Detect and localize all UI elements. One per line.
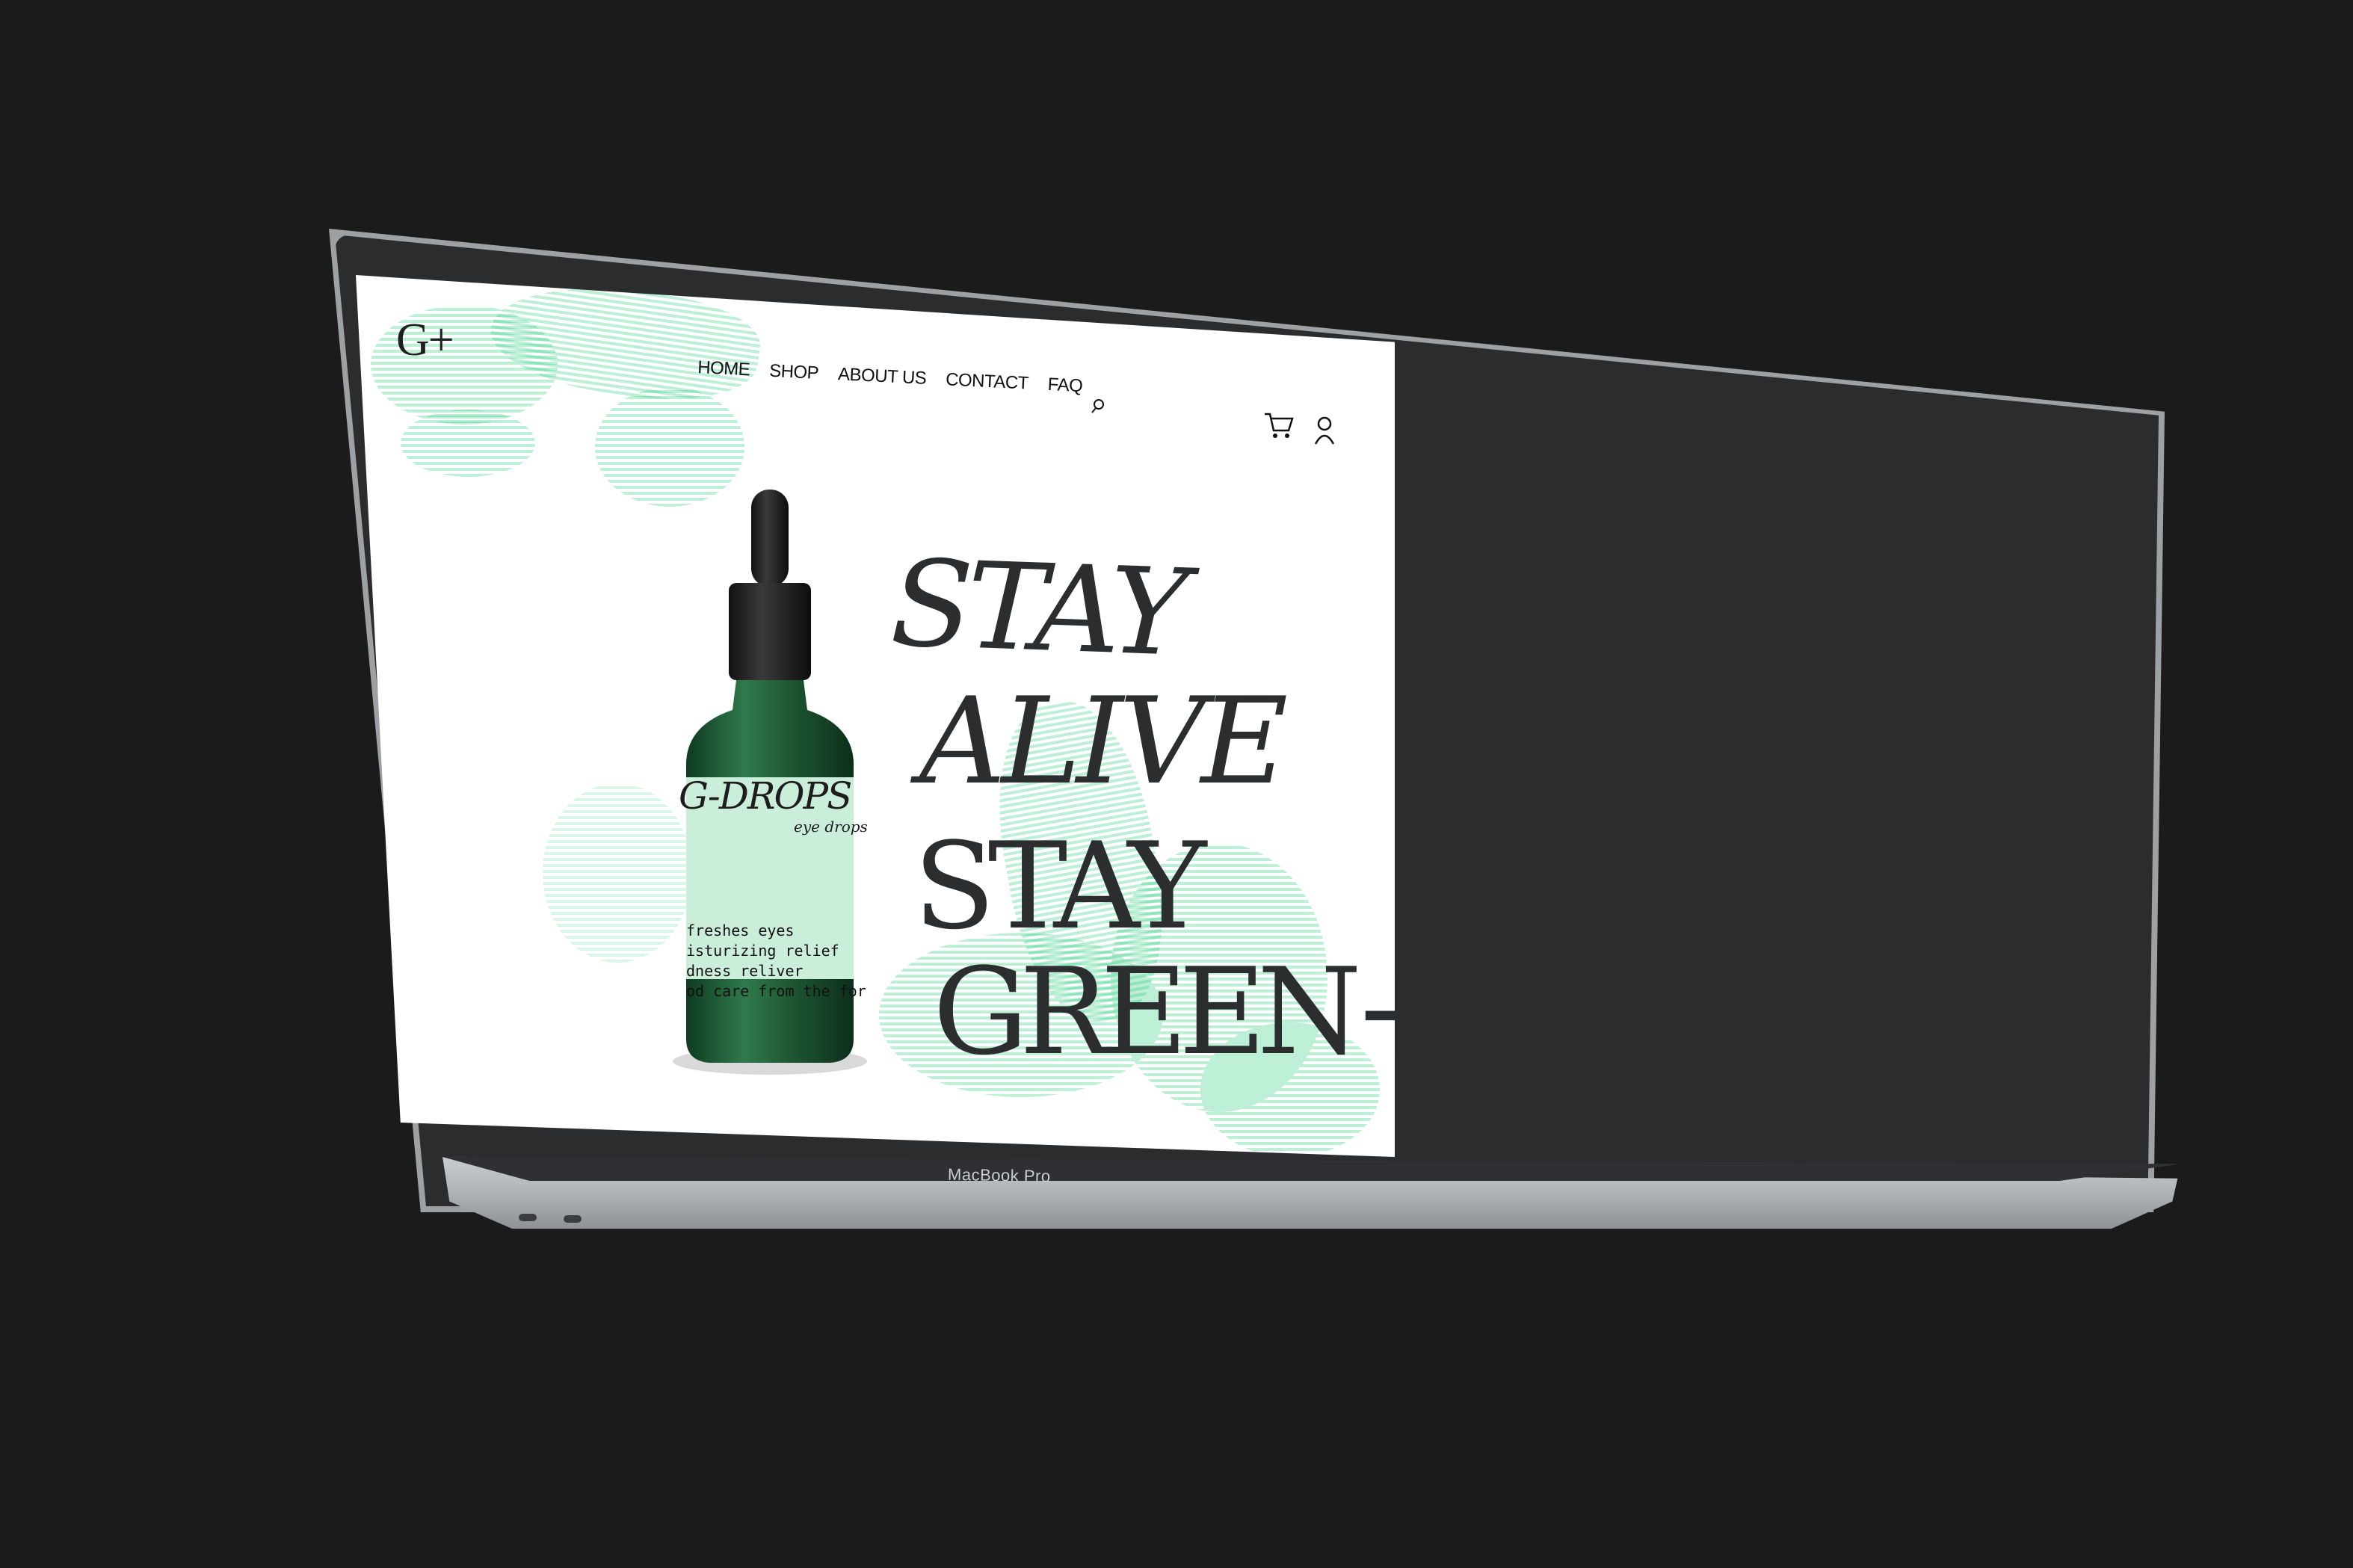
nav-contact[interactable]: CONTACT — [946, 369, 1029, 394]
nav-faq[interactable]: FAQ — [1047, 374, 1083, 397]
usb-c-port — [519, 1214, 537, 1221]
cart-icon[interactable] — [1263, 411, 1295, 439]
product-features: freshes eyes isturizing relief dness rel… — [686, 921, 866, 1001]
headline-line-1: STAY — [888, 533, 1185, 683]
nav-home[interactable]: HOME — [697, 357, 750, 380]
product-feature: freshes eyes — [686, 922, 795, 939]
product-name: G-DROPS — [679, 774, 852, 818]
user-icon[interactable] — [1314, 416, 1335, 445]
headline-line-3: STAY — [913, 816, 1206, 956]
nav-shop[interactable]: SHOP — [769, 361, 819, 384]
leaf-decoration — [401, 410, 535, 477]
product-feature: dness reliver — [686, 962, 804, 980]
laptop-mockup-scene: G+ HOME SHOP ABOUT US CONTACT FAQ G-DROP… — [0, 0, 2353, 1568]
headline-line-4: GREEN+ — [933, 942, 1453, 1081]
site-logo[interactable]: G+ — [396, 314, 454, 367]
product-subtitle: eye drops — [794, 818, 868, 836]
search-icon[interactable] — [1090, 398, 1106, 414]
device-brand-label: MacBook Pro — [947, 1164, 1051, 1186]
headline-line-2: ALIVE — [919, 671, 1288, 811]
product-feature: isturizing relief — [686, 942, 839, 960]
product-feature: od care from the for — [686, 982, 866, 1000]
nav-about-us[interactable]: ABOUT US — [837, 364, 926, 389]
usb-c-port — [564, 1215, 582, 1223]
